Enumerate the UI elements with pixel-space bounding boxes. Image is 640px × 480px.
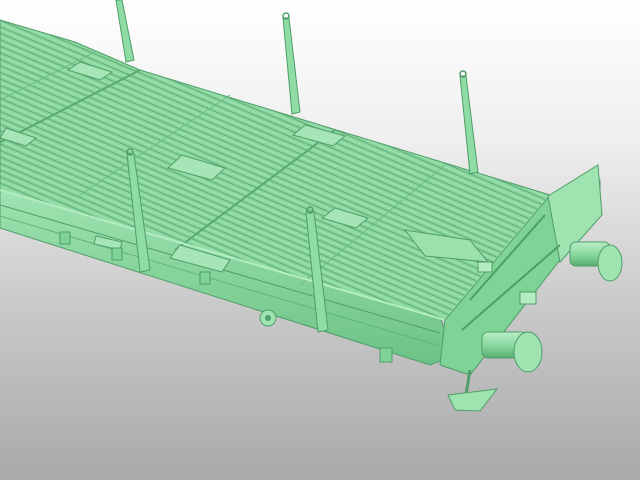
stake	[459, 70, 479, 175]
buffer	[481, 331, 543, 373]
3d-viewport[interactable]	[0, 0, 640, 480]
step-plate	[447, 369, 499, 412]
stake	[282, 12, 301, 115]
stake	[115, 0, 135, 63]
flatcar-model-render	[0, 0, 623, 412]
buffer	[569, 241, 623, 282]
